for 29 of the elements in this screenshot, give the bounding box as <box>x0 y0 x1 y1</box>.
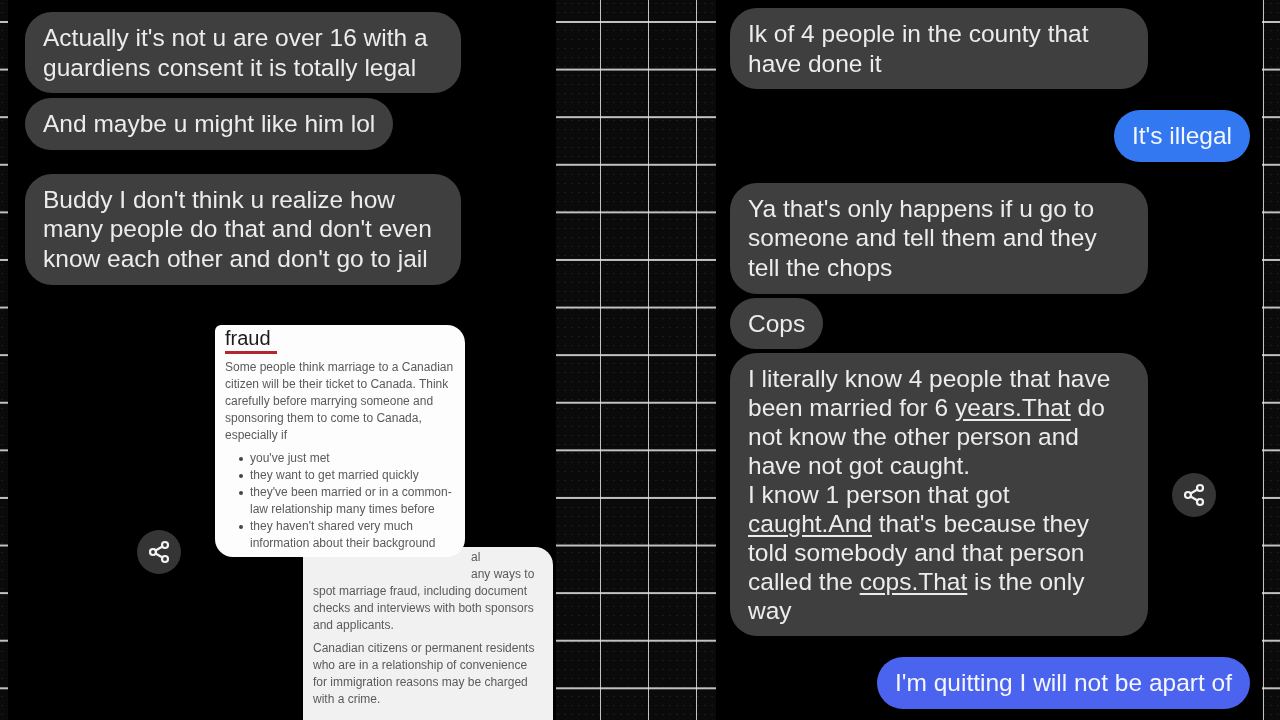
message-bubble: It's illegal <box>1114 110 1250 162</box>
bullet-icon <box>239 490 243 495</box>
message-bubble: I'm quitting I will not be apart of <box>877 657 1250 709</box>
message-bubble: Buddy I don't think u realize how many people do that and don't even know each other and don't go to jail <box>25 173 461 285</box>
message-link[interactable]: years.That <box>955 394 1071 422</box>
article-text: spot marriage fraud, including document checks and interviews with both sponsors and applicants. <box>313 582 535 634</box>
message-bubble: And maybe u might like him lol <box>25 98 394 150</box>
list-item: they haven't shared very much information about their background <box>250 517 437 552</box>
article-text: Some people think marriage to a Canadian citizen will be their ticket to Canada. Think carefully before marrying someone and sponsoring them to come to Canada, especially if <box>225 358 455 444</box>
share-button[interactable] <box>1172 472 1216 517</box>
bullet-icon <box>239 473 243 478</box>
bullet-icon <box>239 524 243 529</box>
article-text: al <box>471 549 481 564</box>
message-bubble: Ik of 4 people in the county that have done it <box>730 8 1148 90</box>
message-bubble: Cops <box>730 297 824 350</box>
share-button[interactable] <box>137 529 181 574</box>
message-link[interactable]: cops.That <box>859 568 968 596</box>
share-icon <box>147 539 171 564</box>
bullet-icon <box>239 456 243 461</box>
message-bubble: Actually it's not u are over 16 with a guardiens consent it is totally legal <box>25 12 461 94</box>
message-bubble: I literally know 4 people that have been married for 6 years.That do not know the other person and have not got caught. I know 1 person that got caught.And that's because they told somebody and that person called the cops.That is the only way <box>730 353 1148 637</box>
share-icon <box>1182 482 1206 507</box>
message-link[interactable]: caught.And <box>748 510 872 538</box>
message-bubble: Ya that's only happens if u go to someone and tell them and they tell the chops <box>730 182 1148 294</box>
list-item: you've just met <box>250 449 330 467</box>
article-text: any ways to <box>471 566 535 581</box>
article-heading: fraud <box>225 326 272 350</box>
list-item: they want to get married quickly <box>250 466 419 484</box>
article-text: Canadian citizens or permanent residents who are in a relationship of convenience for immigration reasons may be charged with a crime. <box>313 639 536 708</box>
